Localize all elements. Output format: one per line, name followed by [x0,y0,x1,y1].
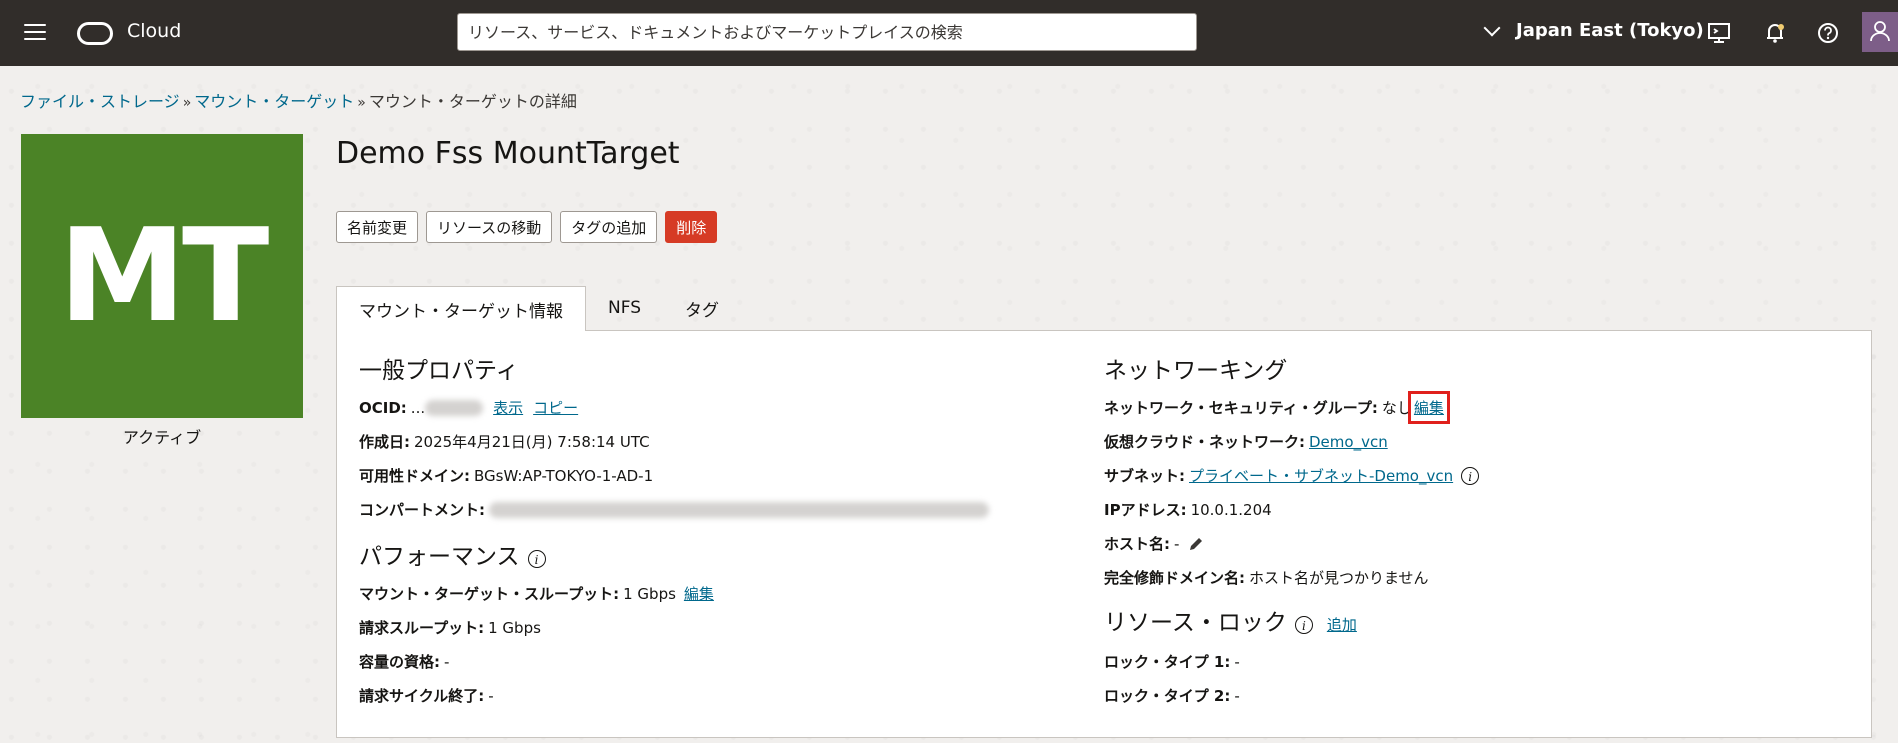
tab-bar: マウント・ターゲット情報 NFS タグ [336,286,741,331]
search-input[interactable] [457,13,1197,51]
page-title: Demo Fss MountTarget [336,136,680,171]
throughput-edit-link[interactable]: 編集 [684,583,714,604]
billing-cycle-label: 請求サイクル終了: [359,687,485,705]
fqdn-row: 完全修飾ドメイン名: ホスト名が見つかりません [1104,567,1429,588]
ip-address-value: 10.0.1.204 [1190,500,1272,519]
menu-icon[interactable] [24,24,46,42]
ocid-label: OCID: [359,398,407,417]
ocid-redacted [425,399,484,416]
created-value: 2025年4月21日(月) 7:58:14 UTC [414,433,650,451]
user-avatar[interactable] [1862,12,1898,52]
breadcrumb-separator: » [357,95,366,111]
capacity-value: - [444,652,450,671]
user-icon [1870,21,1890,42]
ocid-copy-link[interactable]: コピー [533,397,578,418]
pencil-icon[interactable] [1187,535,1205,553]
capacity-row: 容量の資格: - [359,651,449,672]
fqdn-label: 完全修飾ドメイン名: [1104,569,1245,587]
breadcrumb-file-storage[interactable]: ファイル・ストレージ [20,92,180,111]
nsg-edit-link[interactable]: 編集 [1407,391,1450,424]
bell-icon[interactable] [1762,20,1788,46]
hostname-label: ホスト名: [1104,535,1170,553]
availability-domain-row: 可用性ドメイン: BGsW:AP-TOKYO-1-AD-1 [359,465,653,486]
lock-type-2-row: ロック・タイプ 2: - [1104,685,1240,706]
info-panel: 一般プロパティ OCID: ... 表示 コピー 作成日: 2025年4月21日… [336,330,1872,738]
breadcrumb-separator: » [182,95,192,111]
chevron-down-icon [1483,19,1501,36]
brand-label[interactable]: Cloud [127,20,181,42]
nsg-row: ネットワーク・セキュリティ・グループ: なし 編集 [1104,391,1450,424]
move-resource-button[interactable]: リソースの移動 [426,211,553,243]
info-icon[interactable]: i [1461,466,1480,485]
ip-address-row: IPアドレス: 10.0.1.204 [1104,499,1272,520]
nsg-label: ネットワーク・セキュリティ・グループ: [1104,399,1378,417]
add-lock-link[interactable]: 追加 [1327,616,1357,634]
lock-type-1-label: ロック・タイプ 1: [1104,653,1231,671]
lock-type-2-label: ロック・タイプ 2: [1104,687,1231,705]
created-label: 作成日: [359,433,410,451]
region-selector[interactable]: Japan East (Tokyo) [1483,19,1704,41]
lock-type-2-value: - [1234,686,1240,705]
throughput-row: マウント・ターゲット・スループット: 1 Gbps 編集 [359,583,714,604]
ocid-show-link[interactable]: 表示 [493,397,523,418]
delete-button[interactable]: 削除 [665,211,718,243]
tab-mount-target-info[interactable]: マウント・ターゲット情報 [336,286,586,331]
resource-locks-heading: リソース・ロック i 追加 [1104,603,1357,637]
hostname-value: - [1174,534,1180,553]
vcn-link[interactable]: Demo_vcn [1309,433,1388,451]
breadcrumb: ファイル・ストレージ» マウント・ターゲット» マウント・ターゲットの詳細 [20,88,577,112]
nsg-value: なし [1381,399,1412,417]
throughput-value: 1 Gbps [623,584,676,603]
oracle-logo-icon[interactable] [77,22,113,45]
resource-state: アクティブ [122,428,202,447]
rename-button[interactable]: 名前変更 [336,211,419,243]
networking-heading: ネットワーキング [1104,358,1288,384]
ocid-prefix: ... [410,398,426,417]
throughput-label: マウント・ターゲット・スループット: [359,585,620,603]
hostname-row: ホスト名: - [1104,533,1205,554]
breadcrumb-current: マウント・ターゲットの詳細 [368,92,577,111]
subnet-row: サブネット: プライベート・サブネット-Demo_vcn i [1104,465,1480,486]
help-icon[interactable] [1815,20,1841,46]
ocid-row: OCID: ... 表示 コピー [359,397,578,418]
add-tags-button[interactable]: タグの追加 [560,211,658,243]
breadcrumb-mount-targets[interactable]: マウント・ターゲット [194,92,354,111]
resource-badge: MT [21,134,303,418]
top-bar: Cloud Japan East (Tokyo) [0,0,1898,66]
lock-type-1-row: ロック・タイプ 1: - [1104,651,1240,672]
compartment-label: コンパートメント: [359,501,485,519]
info-icon[interactable]: i [1294,616,1313,634]
compartment-redacted [489,501,989,518]
ip-address-label: IPアドレス: [1104,501,1187,519]
cloud-shell-icon[interactable] [1706,20,1732,46]
resource-locks-title: リソース・ロック [1104,610,1287,636]
subnet-link[interactable]: プライベート・サブネット-Demo_vcn [1189,465,1453,486]
tab-nfs[interactable]: NFS [586,286,663,330]
performance-heading: パフォーマンス i [359,537,546,571]
capacity-label: 容量の資格: [359,653,440,671]
fqdn-value: ホスト名が見つかりません [1249,569,1429,587]
vcn-label: 仮想クラウド・ネットワーク: [1104,433,1305,451]
billing-throughput-value: 1 Gbps [488,618,541,637]
info-icon[interactable]: i [527,550,546,568]
performance-title: パフォーマンス [359,544,520,570]
vcn-row: 仮想クラウド・ネットワーク: Demo_vcn [1104,431,1388,452]
billing-throughput-row: 請求スループット: 1 Gbps [359,617,541,638]
billing-throughput-label: 請求スループット: [359,619,485,637]
subnet-label: サブネット: [1104,467,1185,485]
tab-tags[interactable]: タグ [663,286,741,330]
billing-cycle-row: 請求サイクル終了: - [359,685,494,706]
availability-domain-value: BGsW:AP-TOKYO-1-AD-1 [474,466,654,485]
availability-domain-label: 可用性ドメイン: [359,467,470,485]
lock-type-1-value: - [1234,652,1240,671]
created-row: 作成日: 2025年4月21日(月) 7:58:14 UTC [359,431,650,452]
region-label: Japan East (Tokyo) [1516,20,1704,41]
compartment-row: コンパートメント: [359,499,989,520]
general-properties-heading: 一般プロパティ [359,358,519,384]
action-bar: 名前変更 リソースの移動 タグの追加 削除 [336,211,718,243]
billing-cycle-value: - [488,686,494,705]
